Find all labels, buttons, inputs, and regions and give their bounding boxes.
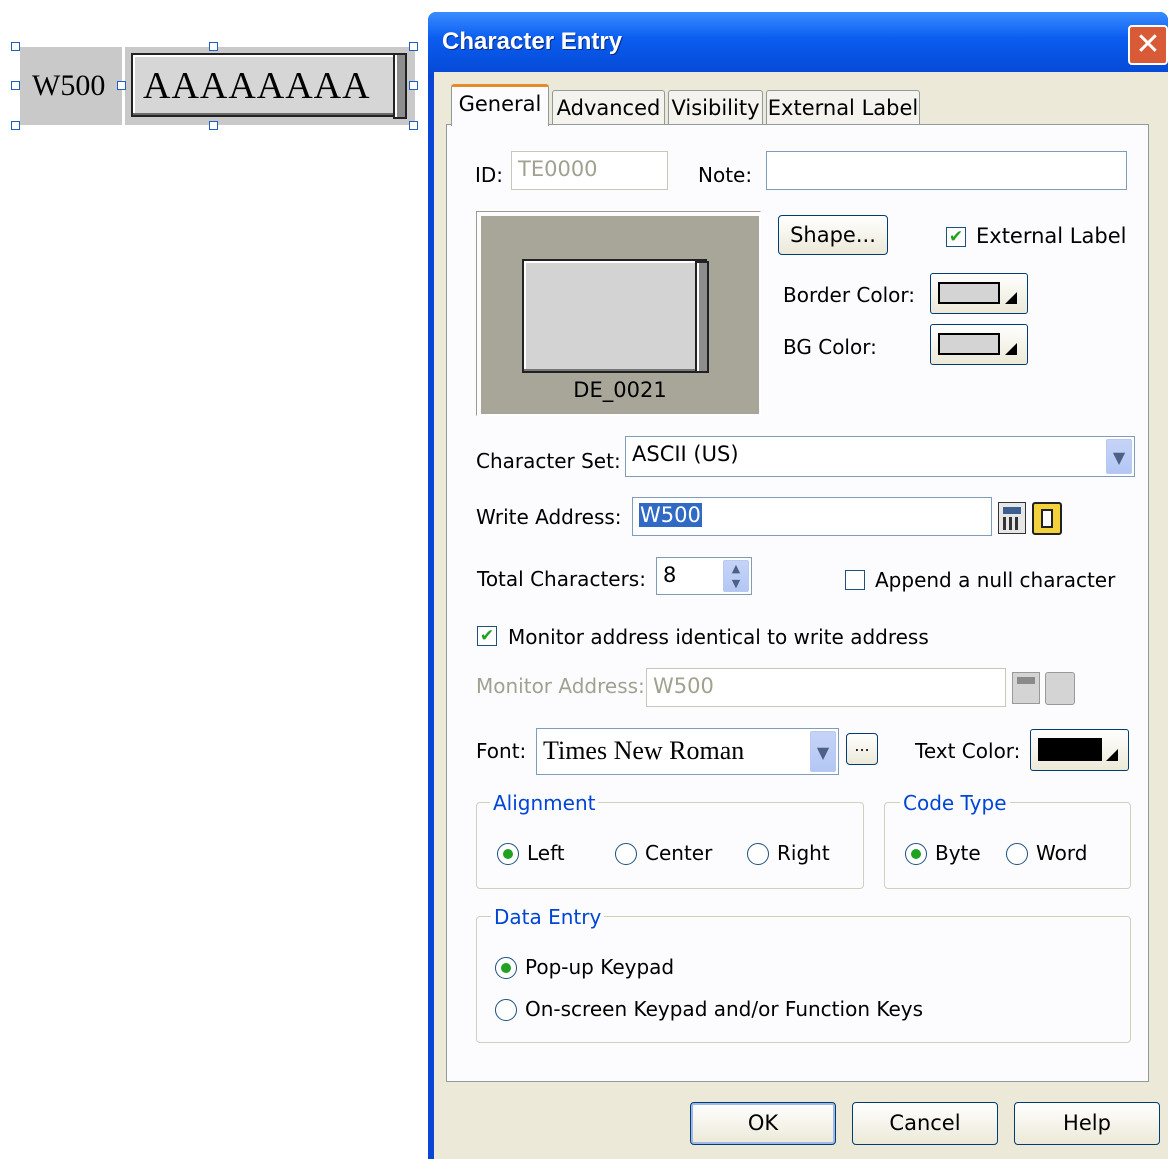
bg-color-button[interactable] [930, 324, 1028, 365]
chevron-down-icon[interactable]: ▼ [1106, 439, 1132, 474]
monitor-identical-checkbox[interactable]: ✔ [477, 626, 497, 646]
character-set-select[interactable]: ASCII (US) ▼ [625, 436, 1135, 477]
dropdown-arrow-icon [1005, 343, 1017, 355]
note-field[interactable] [766, 151, 1127, 190]
alignment-center-label: Center [645, 841, 713, 865]
note-label: Note: [698, 163, 753, 187]
dialog-title: Character Entry [442, 28, 623, 55]
calculator-icon [1012, 672, 1040, 704]
character-set-label: Character Set: [476, 449, 621, 473]
id-field: TE0000 [511, 151, 668, 190]
selection-handle[interactable] [209, 42, 218, 51]
alignment-right-radio[interactable] [747, 843, 769, 865]
bg-color-label: BG Color: [783, 335, 877, 359]
dropdown-arrow-icon [1106, 749, 1118, 761]
calculator-icon[interactable] [998, 502, 1026, 534]
write-address-label: Write Address: [476, 505, 622, 529]
tab-external-label[interactable]: External Label [766, 90, 920, 124]
data-entry-group [476, 916, 1131, 1043]
canvas-entry-text: AAAAAAAA [143, 65, 371, 107]
canvas-label-text: W500 [32, 69, 106, 102]
font-more-button[interactable]: ... [846, 733, 878, 765]
monitor-address-label: Monitor Address: [476, 674, 645, 698]
selection-handle[interactable] [409, 121, 418, 130]
help-button[interactable]: Help [1014, 1102, 1160, 1145]
close-icon: ✕ [1135, 27, 1161, 62]
data-entry-group-title: Data Entry [491, 905, 605, 929]
text-color-swatch [1038, 738, 1102, 761]
code-type-byte-radio[interactable] [905, 843, 927, 865]
alignment-center-radio[interactable] [615, 843, 637, 865]
selection-handle[interactable] [209, 121, 218, 130]
shape-button[interactable]: Shape... [778, 215, 888, 255]
selection-handle[interactable] [409, 81, 418, 90]
close-button[interactable]: ✕ [1128, 25, 1168, 65]
monitor-address-field: W500 [646, 668, 1006, 707]
chevron-down-icon[interactable]: ▼ [810, 731, 836, 772]
address-book-icon[interactable] [1032, 502, 1062, 535]
preview-shape-bezel [695, 261, 709, 373]
code-type-word-label: Word [1036, 841, 1088, 865]
write-address-value: W500 [639, 503, 702, 527]
data-entry-onscreen-label: On-screen Keypad and/or Function Keys [525, 997, 924, 1021]
cancel-button[interactable]: Cancel [852, 1102, 998, 1145]
code-type-word-radio[interactable] [1006, 843, 1028, 865]
tab-advanced[interactable]: Advanced [552, 90, 665, 124]
tab-general[interactable]: General [451, 84, 549, 126]
canvas-entry-display: AAAAAAAA [131, 53, 401, 117]
font-select[interactable]: Times New Roman ▼ [536, 728, 839, 775]
ok-button[interactable]: OK [690, 1102, 836, 1145]
border-color-label: Border Color: [783, 283, 916, 307]
append-null-checkbox[interactable] [845, 570, 865, 590]
id-label: ID: [475, 163, 504, 187]
selection-handle[interactable] [11, 42, 20, 51]
code-type-group-title: Code Type [900, 791, 1010, 815]
preview-shape-box [522, 259, 707, 373]
total-characters-label: Total Characters: [477, 567, 646, 591]
dropdown-arrow-icon [1005, 292, 1017, 304]
border-color-swatch [938, 282, 1000, 304]
append-null-label: Append a null character [875, 568, 1116, 592]
alignment-group-title: Alignment [490, 791, 599, 815]
alignment-right-label: Right [777, 841, 830, 865]
data-entry-popup-label: Pop-up Keypad [525, 955, 675, 979]
selection-handle[interactable] [117, 81, 126, 90]
data-entry-onscreen-radio[interactable] [495, 999, 517, 1021]
selection-handle[interactable] [11, 81, 20, 90]
external-label-checkbox-label: External Label [976, 224, 1127, 248]
external-label-checkbox[interactable]: ✔ [946, 227, 966, 247]
preview-caption: DE_0021 [573, 378, 667, 402]
alignment-left-radio[interactable] [497, 843, 519, 865]
write-address-field[interactable]: W500 [632, 497, 992, 536]
bg-color-swatch [938, 333, 1000, 355]
address-book-icon [1045, 672, 1075, 705]
canvas-entry-bezel [393, 53, 407, 119]
tab-visibility[interactable]: Visibility [668, 90, 763, 124]
canvas-label-widget[interactable]: W500 [20, 47, 122, 125]
font-value: Times New Roman [543, 736, 745, 765]
character-set-value: ASCII (US) [632, 442, 739, 466]
text-color-button[interactable] [1030, 729, 1129, 771]
shape-preview: DE_0021 [481, 216, 759, 414]
code-type-byte-label: Byte [935, 841, 981, 865]
total-characters-value: 8 [663, 563, 677, 587]
data-entry-popup-radio[interactable] [495, 957, 517, 979]
font-label: Font: [476, 739, 527, 763]
border-color-button[interactable] [930, 273, 1028, 314]
text-color-label: Text Color: [915, 739, 1021, 763]
total-characters-spinner[interactable]: 8 ▲ ▼ [656, 557, 752, 595]
selection-handle[interactable] [11, 121, 20, 130]
alignment-left-label: Left [527, 841, 565, 865]
selection-handle[interactable] [409, 42, 418, 51]
spinner-arrows-icon[interactable]: ▲ ▼ [723, 560, 749, 592]
monitor-identical-label: Monitor address identical to write addre… [508, 625, 929, 649]
